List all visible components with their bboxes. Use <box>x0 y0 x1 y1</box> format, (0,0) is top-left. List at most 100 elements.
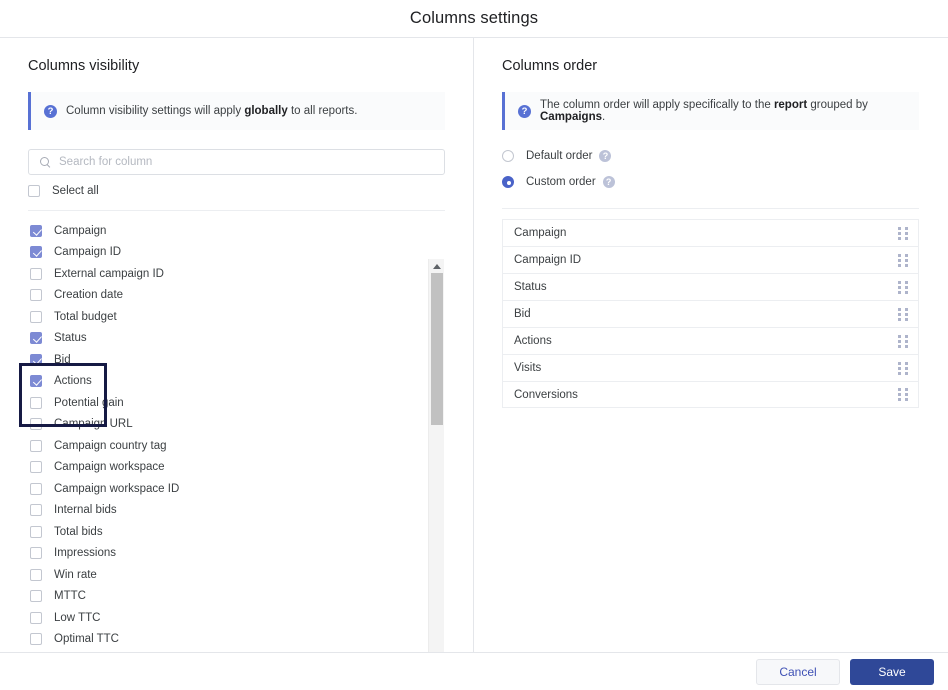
column-label: Campaign country tag <box>54 440 167 452</box>
column-checkbox[interactable] <box>30 289 42 301</box>
order-row[interactable]: Status <box>502 273 919 300</box>
drag-handle-icon[interactable] <box>898 308 908 321</box>
column-label: Total bids <box>54 526 103 538</box>
drag-handle-icon[interactable] <box>898 335 908 348</box>
column-label: Campaign ID <box>54 246 121 258</box>
column-visibility-list[interactable]: Campaign Campaign ID External campaign ID C… <box>28 220 428 690</box>
banner-text-bold: globally <box>244 105 287 117</box>
banner-text-after: to all reports. <box>288 105 358 117</box>
column-checkbox[interactable] <box>30 225 42 237</box>
column-item[interactable]: Total budget <box>28 306 428 328</box>
select-all-row[interactable]: Select all <box>28 182 445 200</box>
order-row-label: Campaign <box>514 227 566 239</box>
column-item[interactable]: Low TTC <box>28 607 428 629</box>
column-checkbox[interactable] <box>30 461 42 473</box>
column-checkbox[interactable] <box>30 246 42 258</box>
column-item[interactable]: Bid <box>28 349 428 371</box>
column-item[interactable]: MTTC <box>28 586 428 608</box>
column-list-scrollbar[interactable] <box>428 259 444 690</box>
column-checkbox[interactable] <box>30 354 42 366</box>
columns-visibility-title: Columns visibility <box>28 58 139 74</box>
column-checkbox[interactable] <box>30 418 42 430</box>
save-button[interactable]: Save <box>850 659 934 685</box>
select-all-checkbox[interactable] <box>28 185 40 197</box>
column-item[interactable]: Optimal TTC <box>28 629 428 651</box>
column-label: Campaign workspace ID <box>54 483 179 495</box>
order-banner-after: . <box>602 111 605 123</box>
column-checkbox[interactable] <box>30 483 42 495</box>
column-label: Win rate <box>54 569 97 581</box>
column-item[interactable]: Campaign ID <box>28 242 428 264</box>
column-label: Optimal TTC <box>54 633 119 645</box>
order-row[interactable]: Campaign <box>502 219 919 246</box>
scrollbar-thumb[interactable] <box>431 273 443 425</box>
order-row-label: Actions <box>514 335 552 347</box>
list-divider <box>28 210 445 211</box>
help-icon[interactable]: ? <box>603 176 615 188</box>
column-item[interactable]: Internal bids <box>28 500 428 522</box>
columns-order-panel: Columns order ? The column order will ap… <box>474 38 948 652</box>
column-item[interactable]: Campaign workspace <box>28 457 428 479</box>
column-item[interactable]: Campaign URL <box>28 414 428 436</box>
custom-order-radio[interactable] <box>502 176 514 188</box>
column-checkbox[interactable] <box>30 397 42 409</box>
drag-handle-icon[interactable] <box>898 362 908 375</box>
column-item[interactable]: Campaign workspace ID <box>28 478 428 500</box>
order-row[interactable]: Conversions <box>502 381 919 408</box>
drag-handle-icon[interactable] <box>898 254 908 267</box>
drag-handle-icon[interactable] <box>898 281 908 294</box>
order-row[interactable]: Campaign ID <box>502 246 919 273</box>
column-item[interactable]: Actions <box>28 371 428 393</box>
column-item[interactable]: Campaign country tag <box>28 435 428 457</box>
default-order-radio[interactable] <box>502 150 514 162</box>
column-item[interactable]: Total bids <box>28 521 428 543</box>
column-item[interactable]: Win rate <box>28 564 428 586</box>
order-row-label: Status <box>514 281 547 293</box>
column-checkbox[interactable] <box>30 311 42 323</box>
column-checkbox[interactable] <box>30 633 42 645</box>
order-row[interactable]: Bid <box>502 300 919 327</box>
column-label: Campaign workspace <box>54 461 165 473</box>
column-label: External campaign ID <box>54 268 164 280</box>
order-banner-bold: report <box>774 99 807 111</box>
order-row-label: Bid <box>514 308 531 320</box>
column-item[interactable]: Creation date <box>28 285 428 307</box>
column-checkbox[interactable] <box>30 332 42 344</box>
column-item[interactable]: External campaign ID <box>28 263 428 285</box>
order-row[interactable]: Actions <box>502 327 919 354</box>
order-row[interactable]: Visits <box>502 354 919 381</box>
column-label: Creation date <box>54 289 123 301</box>
order-row-label: Visits <box>514 362 541 374</box>
drag-handle-icon[interactable] <box>898 227 908 240</box>
order-row-label: Campaign ID <box>514 254 581 266</box>
column-checkbox[interactable] <box>30 375 42 387</box>
column-label: Total budget <box>54 311 117 323</box>
column-checkbox[interactable] <box>30 440 42 452</box>
column-item[interactable]: Status <box>28 328 428 350</box>
column-checkbox[interactable] <box>30 612 42 624</box>
search-input[interactable] <box>59 156 429 168</box>
search-column-box[interactable] <box>28 149 445 175</box>
columns-order-list[interactable]: Campaign Campaign ID Status Bid Actions Visit… <box>502 219 919 408</box>
caret-up-icon[interactable] <box>429 259 445 273</box>
help-icon[interactable]: ? <box>599 150 611 162</box>
column-checkbox[interactable] <box>30 590 42 602</box>
column-item[interactable]: Impressions <box>28 543 428 565</box>
column-checkbox[interactable] <box>30 504 42 516</box>
search-icon <box>40 157 51 168</box>
column-label: Internal bids <box>54 504 117 516</box>
visibility-banner-text: Column visibility settings will apply gl… <box>66 105 357 117</box>
radio-default-order[interactable]: Default order ? <box>502 150 611 162</box>
column-item[interactable]: Campaign <box>28 220 428 242</box>
columns-settings-dialog: Columns settings Columns visibility ? Co… <box>0 0 948 690</box>
cancel-button[interactable]: Cancel <box>756 659 840 685</box>
column-checkbox[interactable] <box>30 268 42 280</box>
drag-handle-icon[interactable] <box>898 388 908 401</box>
column-checkbox[interactable] <box>30 526 42 538</box>
column-label: Impressions <box>54 547 116 559</box>
column-checkbox[interactable] <box>30 569 42 581</box>
column-label: Low TTC <box>54 612 100 624</box>
column-checkbox[interactable] <box>30 547 42 559</box>
column-item[interactable]: Potential gain <box>28 392 428 414</box>
radio-custom-order[interactable]: Custom order ? <box>502 176 615 188</box>
